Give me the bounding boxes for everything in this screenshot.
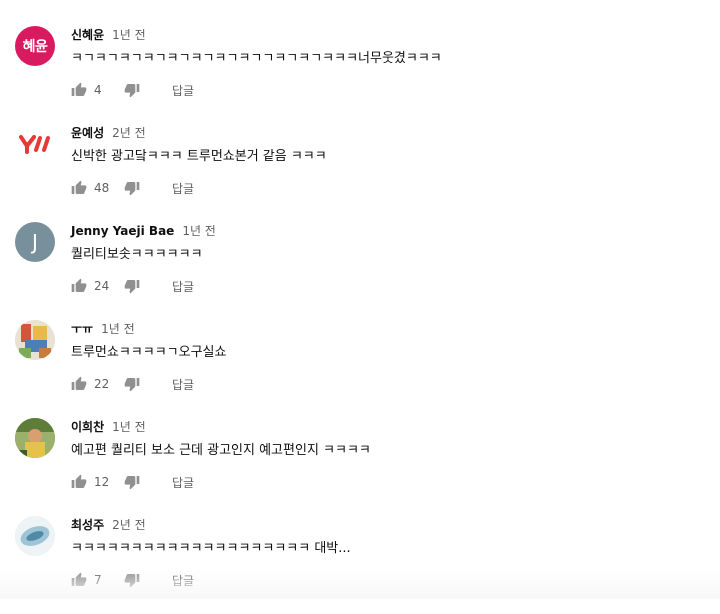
thumbs-down-icon[interactable] [124,376,140,392]
reply-button[interactable]: 답글 [172,376,194,393]
like-count: 22 [94,377,110,391]
avatar-photo [15,418,55,458]
reply-button[interactable]: 답글 [172,572,194,589]
like-count: 12 [94,475,110,489]
comment-text: 예고편 퀄리티 보소 근데 광고인지 예고편인지 ㅋㅋㅋㅋ [71,443,371,458]
comment-time[interactable]: 1년 전 [101,320,135,337]
comment-time[interactable]: 1년 전 [182,222,216,239]
comment-text: 트루먼쇼ㅋㅋㅋㅋㄱ오구실쇼 [71,345,227,360]
reply-button[interactable]: 답글 [172,278,194,295]
comment-item: ㅜㅠ 1년 전 트루먼쇼ㅋㅋㅋㅋㄱ오구실쇼 22 답글 [0,320,720,418]
comment-author[interactable]: 신혜윤 [71,26,104,43]
comment-author[interactable]: 이희찬 [71,418,104,435]
avatar[interactable] [15,418,55,458]
thumbs-up-icon[interactable] [71,376,87,392]
comment-text: ㅋㅋㅋㅋㅋㅋㅋㅋㅋㅋㅋㅋㅋㅋㅋㅋㅋㅋㅋㅋ 대박... [71,541,351,556]
comment-text: 퀄리티보솟ㅋㅋㅋㅋㅋㅋ [71,247,203,262]
reply-button[interactable]: 답글 [172,474,194,491]
avatar-logo [19,135,50,154]
comment-time[interactable]: 1년 전 [112,418,146,435]
thumbs-down-icon[interactable] [124,180,140,196]
reply-button[interactable]: 답글 [172,180,194,197]
like-count: 4 [94,83,102,97]
comment-time[interactable]: 1년 전 [112,26,146,43]
thumbs-up-icon[interactable] [71,180,87,196]
comment-item: 윤예성 2년 전 신박한 광고닼ㅋㅋㅋ 트루먼쇼본거 같음 ㅋㅋㅋ 48 답글 [0,124,720,222]
thumbs-up-icon[interactable] [71,474,87,490]
comment-item: J Jenny Yaeji Bae 1년 전 퀄리티보솟ㅋㅋㅋㅋㅋㅋ 24 답글 [0,222,720,320]
reply-button[interactable]: 답글 [172,82,194,99]
like-count: 48 [94,181,110,195]
thumbs-down-icon[interactable] [124,474,140,490]
thumbs-down-icon[interactable] [124,82,140,98]
comment-author[interactable]: 최성주 [71,516,104,533]
avatar-initials: 혜윤 [22,39,48,55]
avatar[interactable] [15,320,55,360]
comment-author[interactable]: 윤예성 [71,124,104,141]
thumbs-down-icon[interactable] [124,278,140,294]
comment-time[interactable]: 2년 전 [112,124,146,141]
comment-text: ㅋㄱㅋㄱㅋㄱㅋㄱㅋㄱㅋㄱㅋㄱㅋㄱㄱㅋㄱㅋㄱㅋㅋㅋ너무웃겼ㅋㅋㅋ [71,51,442,66]
avatar-initial: J [32,230,38,254]
comment-text: 신박한 광고닼ㅋㅋㅋ 트루먼쇼본거 같음 ㅋㅋㅋ [71,149,327,164]
avatar[interactable]: J [15,222,55,262]
comment-author[interactable]: Jenny Yaeji Bae [71,224,174,238]
like-count: 7 [94,573,102,587]
avatar-photo [15,516,55,556]
thumbs-down-icon[interactable] [124,572,140,588]
comment-item: 이희찬 1년 전 예고편 퀄리티 보소 근데 광고인지 예고편인지 ㅋㅋㅋㅋ 1… [0,418,720,516]
avatar[interactable] [15,124,55,164]
comment-item: 혜윤 신혜윤 1년 전 ㅋㄱㅋㄱㅋㄱㅋㄱㅋㄱㅋㄱㅋㄱㅋㄱㄱㅋㄱㅋㄱㅋㅋㅋ너무웃겼… [0,26,720,124]
avatar[interactable]: 혜윤 [15,26,55,66]
like-count: 24 [94,279,110,293]
comment-item: 최성주 2년 전 ㅋㅋㅋㅋㅋㅋㅋㅋㅋㅋㅋㅋㅋㅋㅋㅋㅋㅋㅋㅋ 대박... 7 답글 [0,516,720,614]
thumbs-up-icon[interactable] [71,572,87,588]
thumbs-up-icon[interactable] [71,82,87,98]
comments-list: 혜윤 신혜윤 1년 전 ㅋㄱㅋㄱㅋㄱㅋㄱㅋㄱㅋㄱㅋㄱㅋㄱㄱㅋㄱㅋㄱㅋㅋㅋ너무웃겼… [0,0,720,599]
avatar-photo [15,320,55,360]
comment-author[interactable]: ㅜㅠ [71,320,93,337]
comment-time[interactable]: 2년 전 [112,516,146,533]
thumbs-up-icon[interactable] [71,278,87,294]
avatar[interactable] [15,516,55,556]
